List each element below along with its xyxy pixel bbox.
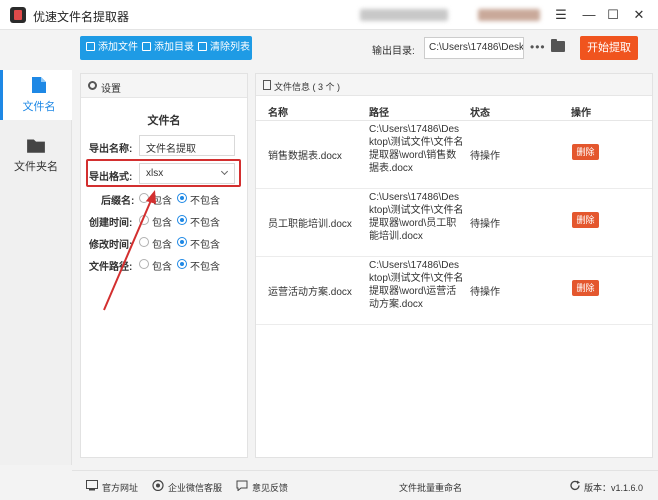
document-icon bbox=[263, 80, 271, 90]
menu-icon[interactable]: ☰ bbox=[552, 6, 570, 24]
refresh-icon bbox=[570, 480, 580, 491]
exclude-label: 不包含 bbox=[190, 240, 220, 251]
include-radio[interactable] bbox=[139, 237, 149, 247]
version-label: 版本：v1.1.6.0 bbox=[584, 483, 644, 493]
folder-icon bbox=[27, 139, 45, 153]
add-directory-label: 添加目录 bbox=[154, 42, 194, 53]
cell-name: 销售数据表.docx bbox=[268, 151, 342, 162]
delete-button[interactable]: 删除 bbox=[572, 212, 599, 228]
feedback-link[interactable]: 意见反馈 bbox=[252, 481, 288, 494]
table-row: 运营活动方案.docx C:\Users\17486\Desktop\测试文件\… bbox=[256, 257, 652, 325]
app-title: 优速文件名提取器 bbox=[33, 10, 130, 24]
nav-item-foldername[interactable]: 文件夹名 bbox=[0, 130, 72, 180]
column-header-action: 操作 bbox=[571, 108, 591, 119]
option-row-extension: 后缀名: 包含 不包含 bbox=[81, 192, 247, 207]
more-icon[interactable]: ••• bbox=[530, 40, 546, 54]
export-name-input[interactable]: 文件名提取 bbox=[139, 135, 235, 156]
blurred-user-info bbox=[360, 9, 448, 21]
export-name-label: 导出名称: bbox=[89, 144, 133, 155]
add-directory-button[interactable]: 添加目录 bbox=[142, 36, 194, 60]
exclude-label: 不包含 bbox=[190, 262, 220, 273]
title-bar: 优速文件名提取器 ☰ — ☐ ✕ bbox=[0, 0, 658, 30]
include-label: 包含 bbox=[152, 240, 172, 251]
wechat-support-link[interactable]: 企业微信客服 bbox=[168, 481, 222, 494]
table-row: 员工职能培训.docx C:\Users\17486\Desktop\测试文件\… bbox=[256, 189, 652, 257]
column-header-name: 名称 bbox=[268, 108, 288, 119]
official-website-link[interactable]: 官方网址 bbox=[102, 481, 138, 494]
option-row-created: 创建时间: 包含 不包含 bbox=[81, 214, 247, 229]
option-row-modified: 修改时间: 包含 不包含 bbox=[81, 236, 247, 251]
include-radio[interactable] bbox=[139, 215, 149, 225]
highlight-box bbox=[86, 159, 241, 187]
cell-status: 待操作 bbox=[470, 219, 500, 230]
footer: 官方网址 企业微信客服 意见反馈 文件批量重命名 版本：v1.1.6.0 bbox=[72, 470, 658, 500]
blurred-user-info bbox=[478, 9, 540, 21]
toolbar-button-group: 添加文件 添加目录 清除列表 bbox=[80, 36, 252, 60]
settings-header: 设置 bbox=[81, 74, 247, 98]
nav-label-foldername: 文件夹名 bbox=[14, 161, 58, 173]
exclude-label: 不包含 bbox=[190, 196, 220, 207]
cell-name: 员工职能培训.docx bbox=[268, 219, 352, 230]
website-icon bbox=[86, 480, 98, 491]
app-logo-icon bbox=[10, 7, 26, 23]
delete-button[interactable]: 删除 bbox=[572, 280, 599, 296]
cell-name: 运营活动方案.docx bbox=[268, 287, 352, 298]
exclude-radio[interactable] bbox=[177, 259, 187, 269]
clear-list-button[interactable]: 清除列表 bbox=[198, 36, 250, 60]
cell-status: 待操作 bbox=[470, 287, 500, 298]
exclude-label: 不包含 bbox=[190, 218, 220, 229]
cell-status: 待操作 bbox=[470, 151, 500, 162]
settings-title: 设置 bbox=[101, 84, 121, 95]
trash-icon bbox=[198, 42, 207, 51]
add-file-button[interactable]: 添加文件 bbox=[86, 36, 138, 60]
gear-icon bbox=[88, 81, 97, 90]
close-icon[interactable]: ✕ bbox=[630, 6, 648, 24]
wechat-support-icon bbox=[152, 480, 164, 491]
clear-list-label: 清除列表 bbox=[210, 42, 250, 53]
add-file-label: 添加文件 bbox=[98, 42, 138, 53]
section-title: 文件名 bbox=[147, 115, 181, 127]
output-dir-label: 输出目录: bbox=[372, 46, 415, 57]
include-label: 包含 bbox=[152, 218, 172, 229]
file-info-panel: 文件信息 ( 3 个 ) 名称 路径 状态 操作 销售数据表.docx C:\U… bbox=[255, 73, 653, 458]
add-folder-icon bbox=[142, 42, 151, 51]
option-label: 后缀名: bbox=[101, 196, 135, 207]
option-label: 文件路径: bbox=[89, 262, 133, 273]
include-radio[interactable] bbox=[139, 193, 149, 203]
include-label: 包含 bbox=[152, 262, 172, 273]
minimize-icon[interactable]: — bbox=[580, 6, 598, 24]
cell-path: C:\Users\17486\Desktop\测试文件\文件名提取器\word\… bbox=[369, 124, 464, 174]
option-label: 创建时间: bbox=[89, 218, 133, 229]
toolbar: 添加文件 添加目录 清除列表 输出目录: C:\Users\17486\Desk… bbox=[72, 30, 658, 68]
table-row: 销售数据表.docx C:\Users\17486\Desktop\测试文件\文… bbox=[256, 121, 652, 189]
nav-label-filename: 文件名 bbox=[22, 101, 56, 113]
cell-path: C:\Users\17486\Desktop\测试文件\文件名提取器\word\… bbox=[369, 260, 464, 310]
start-extract-button[interactable]: 开始提取 bbox=[580, 36, 638, 60]
delete-button[interactable]: 删除 bbox=[572, 144, 599, 160]
column-header-status: 状态 bbox=[470, 108, 490, 119]
left-nav: 文件名 文件夹名 bbox=[0, 70, 72, 465]
option-row-path: 文件路径: 包含 不包含 bbox=[81, 258, 247, 273]
add-file-icon bbox=[86, 42, 95, 51]
include-radio[interactable] bbox=[139, 259, 149, 269]
browse-folder-icon[interactable] bbox=[551, 39, 565, 52]
settings-panel: 设置 文件名 导出名称: 文件名提取 导出格式: xlsx 后缀名: 包含 不包… bbox=[80, 73, 248, 458]
nav-item-filename[interactable]: 文件名 bbox=[0, 70, 72, 120]
file-icon bbox=[32, 77, 46, 93]
option-label: 修改时间: bbox=[89, 240, 133, 251]
maximize-icon[interactable]: ☐ bbox=[604, 6, 622, 24]
column-header-path: 路径 bbox=[369, 108, 389, 119]
exclude-radio[interactable] bbox=[177, 193, 187, 203]
include-label: 包含 bbox=[152, 196, 172, 207]
exclude-radio[interactable] bbox=[177, 215, 187, 225]
file-info-title: 文件信息 ( 3 个 ) bbox=[274, 82, 341, 92]
file-info-header: 文件信息 ( 3 个 ) bbox=[256, 74, 652, 96]
output-dir-input[interactable]: C:\Users\17486\Deskto bbox=[424, 37, 524, 59]
cell-path: C:\Users\17486\Desktop\测试文件\文件名提取器\word\… bbox=[369, 192, 464, 242]
batch-rename-link[interactable]: 文件批量重命名 bbox=[399, 481, 462, 494]
feedback-icon bbox=[236, 480, 248, 491]
exclude-radio[interactable] bbox=[177, 237, 187, 247]
